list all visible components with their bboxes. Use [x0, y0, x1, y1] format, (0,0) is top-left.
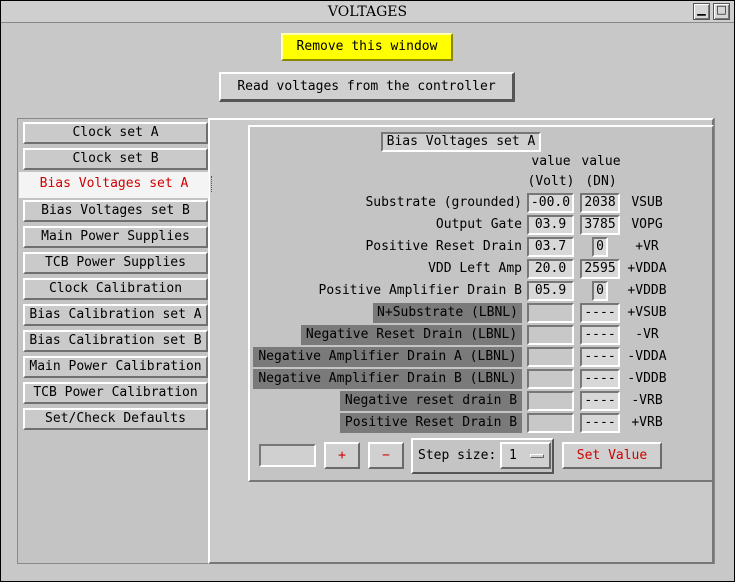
tab-label: TCB Power Supplies	[45, 255, 186, 270]
step-size-select[interactable]: 1	[500, 442, 551, 469]
tab-item[interactable]: TCB Power Supplies	[23, 252, 208, 274]
row-symbol: -VDDA	[627, 349, 667, 364]
maximize-icon: □	[716, 3, 727, 16]
row-symbol: +VRB	[631, 415, 663, 430]
tab-label: Bias Voltages set B	[41, 203, 190, 218]
dn-value-field[interactable]: ----	[580, 347, 620, 367]
step-size-label: Step size:	[418, 448, 497, 463]
row-label: VDD Left Amp	[428, 261, 522, 276]
volt-value-field[interactable]	[527, 347, 574, 367]
dn-value-field[interactable]: ----	[580, 303, 620, 323]
dn-value-field[interactable]: 0	[592, 237, 608, 257]
row-symbol: +VDDA	[627, 261, 667, 276]
row-symbol: +VR	[635, 239, 659, 254]
row-label: Positive Reset Drain	[365, 239, 522, 254]
decrement-button[interactable]: −	[368, 442, 404, 469]
row-symbol: -VRB	[631, 393, 663, 408]
increment-button[interactable]: +	[324, 442, 360, 469]
tab-label: Bias Calibration set A	[29, 307, 202, 322]
row-symbol: -VR	[635, 327, 659, 342]
volt-value-field[interactable]	[527, 303, 574, 323]
row-label: Substrate (grounded)	[365, 195, 522, 210]
title-bar[interactable]: VOLTAGES	[1, 1, 734, 23]
col-volt-header-bottom: (Volt)	[527, 174, 575, 189]
row-symbol: -VDDB	[627, 371, 667, 386]
dn-value-field[interactable]: 2038	[580, 193, 620, 213]
tab-label: TCB Power Calibration	[33, 385, 198, 400]
tab-label: Main Power Supplies	[41, 229, 190, 244]
dn-value-field[interactable]: ----	[580, 413, 620, 433]
remove-window-button[interactable]: Remove this window	[281, 33, 453, 61]
tab-label: Clock set A	[72, 125, 159, 140]
row-label: Output Gate	[435, 217, 522, 232]
tab-label: Clock set B	[72, 151, 159, 166]
dn-value-field[interactable]: 0	[592, 281, 608, 301]
tab-item[interactable]: Clock Calibration	[23, 278, 208, 300]
volt-value-field[interactable]	[527, 325, 574, 345]
row-label: Negative Reset Drain (LBNL)	[301, 325, 522, 345]
row-symbol: +VDDB	[627, 283, 667, 298]
col-dn-header-bottom: (DN)	[585, 174, 617, 189]
maximize-button[interactable]: □	[713, 3, 730, 20]
tab-label: Main Power Calibration	[29, 359, 202, 374]
tab-item[interactable]: Bias Calibration set A	[23, 304, 208, 326]
volt-value-field[interactable]: 03.7	[527, 237, 574, 257]
dn-value-field[interactable]: ----	[580, 369, 620, 389]
tab-label: Set/Check Defaults	[45, 411, 186, 426]
tab-item[interactable]: Main Power Supplies	[23, 226, 208, 248]
col-dn-header-top: value	[581, 154, 621, 169]
tab-item[interactable]: Bias Calibration set B	[23, 330, 208, 352]
volt-value-field[interactable]	[527, 413, 574, 433]
minimize-button[interactable]: ▁	[693, 3, 710, 20]
panel-heading: Bias Voltages set A	[381, 132, 541, 152]
tab-item[interactable]: Clock set A	[23, 122, 208, 144]
row-label: N+Substrate (LBNL)	[373, 303, 522, 323]
row-symbol: +VSUB	[627, 305, 667, 320]
dn-value-field[interactable]: 2595	[580, 259, 620, 279]
step-size-value: 1	[509, 448, 517, 463]
volt-value-field[interactable]	[527, 391, 574, 411]
tab-item[interactable]: Bias Voltages set B	[23, 200, 208, 222]
tab-item[interactable]: Bias Voltages set A	[19, 172, 212, 198]
dn-value-field[interactable]: 3785	[580, 215, 620, 235]
tab-label: Bias Voltages set A	[39, 176, 189, 191]
volt-value-field[interactable]: -00.0	[527, 193, 574, 213]
dropdown-indicator-icon	[530, 454, 544, 458]
volt-value-field[interactable]: 05.9	[527, 281, 574, 301]
volt-value-field[interactable]: 20.0	[527, 259, 574, 279]
set-value-button[interactable]: Set Value	[562, 442, 662, 469]
row-symbol: VOPG	[631, 217, 663, 232]
col-volt-header-top: value	[531, 154, 571, 169]
row-label: Negative Amplifier Drain A (LBNL)	[253, 347, 522, 367]
tab-label: Clock Calibration	[48, 281, 183, 296]
row-label: Negative Amplifier Drain B (LBNL)	[253, 369, 522, 389]
row-symbol: VSUB	[631, 195, 663, 210]
tab-label: Bias Calibration set B	[29, 333, 202, 348]
value-entry-field[interactable]	[259, 444, 316, 467]
window-title: VOLTAGES	[327, 4, 408, 20]
row-label: Negative reset drain B	[340, 391, 522, 411]
tab-item[interactable]: Set/Check Defaults	[23, 408, 208, 430]
dn-value-field[interactable]: ----	[580, 325, 620, 345]
dn-value-field[interactable]: ----	[580, 391, 620, 411]
focus-indicator	[211, 176, 212, 192]
tab-item[interactable]: Clock set B	[23, 148, 208, 170]
tab-item[interactable]: Main Power Calibration	[23, 356, 208, 378]
tab-item[interactable]: TCB Power Calibration	[23, 382, 208, 404]
minimize-icon: ▁	[697, 3, 706, 16]
volt-value-field[interactable]: 03.9	[527, 215, 574, 235]
volt-value-field[interactable]	[527, 369, 574, 389]
read-voltages-button[interactable]: Read voltages from the controller	[219, 72, 515, 102]
row-label: Positive Reset Drain B	[340, 413, 522, 433]
row-label: Positive Amplifier Drain B	[318, 283, 523, 298]
